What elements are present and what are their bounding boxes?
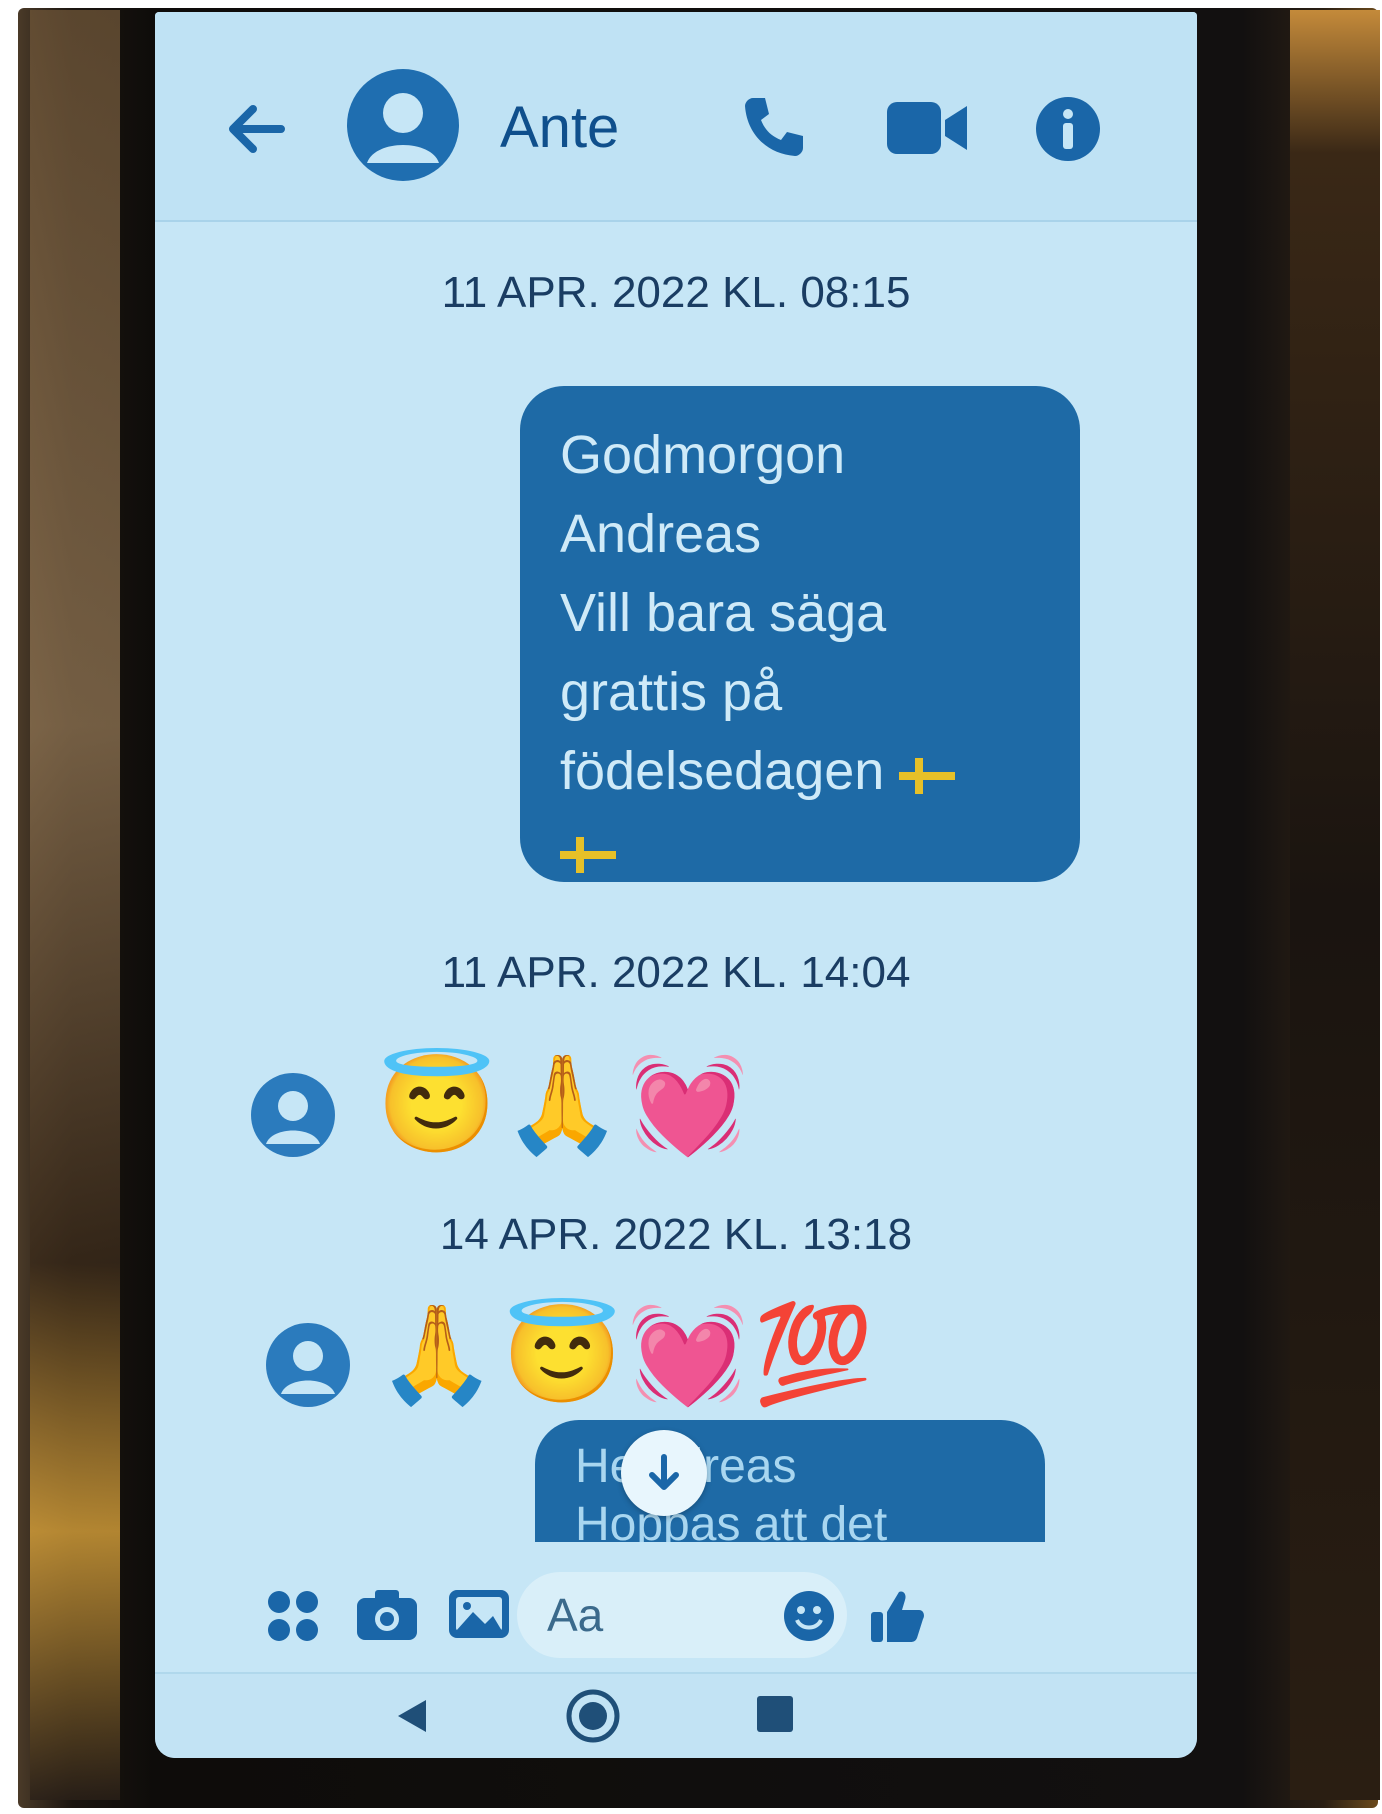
- message-timestamp: 11 APR. 2022 KL. 08:15: [441, 268, 911, 317]
- outgoing-message-bubble-partial[interactable]: He ndreas Hoppas att det: [535, 1420, 1045, 1550]
- emoji: 🙏: [377, 1301, 497, 1408]
- sender-avatar[interactable]: [250, 1072, 336, 1158]
- emoji-icon[interactable]: [783, 1590, 835, 1642]
- arrow-down-icon: [649, 1454, 679, 1490]
- nav-back-icon[interactable]: [390, 1694, 434, 1738]
- message-line: födelsedagen: [560, 741, 885, 801]
- emoji: 😇: [377, 1051, 497, 1158]
- scroll-to-bottom-button[interactable]: [621, 1430, 707, 1516]
- message-line: grattis på: [560, 662, 783, 722]
- contact-name[interactable]: Ante: [500, 94, 619, 161]
- swedish-flag-icon: [560, 836, 616, 873]
- swedish-flag-icon: [899, 757, 956, 794]
- emoji: 😇: [502, 1301, 623, 1408]
- sender-avatar[interactable]: [265, 1322, 351, 1408]
- message-line-wrapper: [560, 811, 1040, 890]
- emoji: 💯: [753, 1301, 874, 1408]
- emoji: 🙏: [502, 1051, 623, 1158]
- nav-recents-icon[interactable]: [755, 1694, 795, 1734]
- right-edge-background: [1290, 10, 1380, 1800]
- message-timestamp: 11 APR. 2022 KL. 14:04: [441, 948, 911, 997]
- incoming-emoji-message[interactable]: 😇🙏💓: [377, 1050, 754, 1160]
- video-call-icon[interactable]: [885, 98, 969, 158]
- contact-avatar[interactable]: [345, 67, 461, 183]
- conversation-header: Ante: [155, 12, 1197, 222]
- messenger-screen: Ante 11 APR. 2022 KL. 08:15 Godmorgon An…: [155, 12, 1197, 1758]
- message-line-wrapper: födelsedagen: [560, 732, 1040, 811]
- system-navigation-bar: [155, 1672, 1197, 1758]
- message-timestamp: 14 APR. 2022 KL. 13:18: [439, 1210, 913, 1259]
- left-edge-background: [30, 10, 120, 1800]
- message-line: Godmorgon: [560, 425, 846, 485]
- info-icon[interactable]: [1035, 96, 1101, 162]
- emoji: 💓: [628, 1301, 748, 1408]
- incoming-emoji-message[interactable]: 🙏😇💓💯: [377, 1300, 879, 1410]
- nav-home-icon[interactable]: [565, 1688, 621, 1744]
- emoji: 💓: [628, 1051, 748, 1158]
- thumbs-up-icon[interactable]: [867, 1586, 927, 1646]
- phone-call-icon[interactable]: [737, 90, 809, 162]
- more-apps-icon[interactable]: [265, 1588, 321, 1644]
- message-line: Andreas: [560, 504, 762, 564]
- message-line: Vill bara säga: [560, 583, 887, 643]
- camera-icon[interactable]: [355, 1586, 419, 1642]
- back-arrow-icon[interactable]: [221, 94, 291, 164]
- gallery-icon[interactable]: [447, 1586, 511, 1642]
- outgoing-message-bubble[interactable]: Godmorgon Andreas Vill bara säga grattis…: [520, 386, 1080, 882]
- message-composer: Aa: [155, 1542, 1197, 1672]
